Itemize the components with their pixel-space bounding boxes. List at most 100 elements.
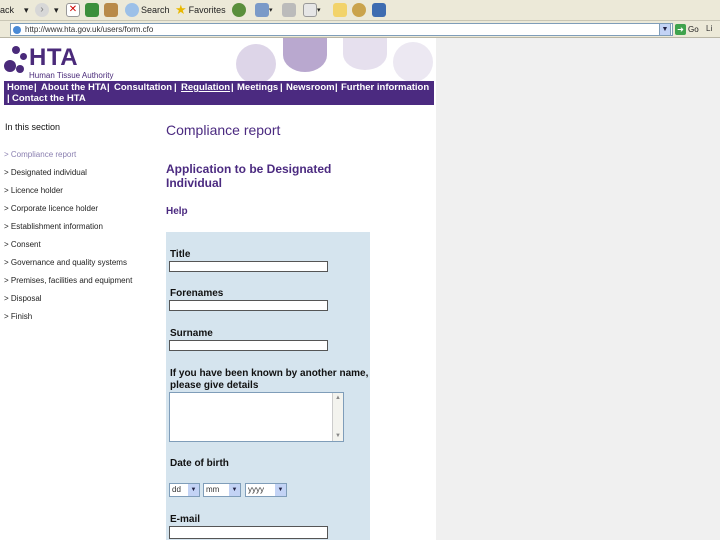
empty-viewport-area xyxy=(436,38,720,540)
textarea-scrollbar[interactable]: ▲ ▼ xyxy=(332,393,343,441)
nav-newsroom[interactable]: Newsroom xyxy=(286,82,335,93)
dob-year-select[interactable]: yyyy ▼ xyxy=(245,483,287,497)
edit-dropdown-icon: ▾ xyxy=(317,7,321,14)
known-by-textarea[interactable]: ▲ ▼ xyxy=(169,392,344,442)
decorative-bubble xyxy=(343,38,387,70)
back-label: ack xyxy=(0,5,15,15)
hta-logo[interactable]: HTA Human Tissue Authority xyxy=(2,40,142,80)
decorative-bubble xyxy=(393,42,433,82)
browser-toolbar: ack ▾ › ▾ ✕ Search ★ Favorites ▾ ▾ xyxy=(0,0,720,21)
address-dropdown-icon[interactable]: ▼ xyxy=(659,23,671,36)
home-button[interactable] xyxy=(104,2,118,18)
print-icon xyxy=(282,3,296,17)
sidebar-item-governance[interactable]: > Governance and quality systems xyxy=(4,258,160,267)
nav-separator: | xyxy=(34,82,37,93)
nav-about[interactable]: About the HTA xyxy=(41,82,107,93)
forward-icon: › xyxy=(35,3,49,17)
known-by-label: If you have been known by another name, … xyxy=(170,368,369,391)
go-label: Go xyxy=(688,25,699,34)
help-link[interactable]: Help xyxy=(166,206,188,217)
sidebar-item-establishment-information[interactable]: > Establishment information xyxy=(4,222,160,231)
sidebar-item-disposal[interactable]: > Disposal xyxy=(4,294,160,303)
nav-contact[interactable]: Contact the HTA xyxy=(12,93,86,104)
nav-regulation[interactable]: Regulation xyxy=(181,82,230,93)
history-button[interactable] xyxy=(232,2,246,18)
dob-label: Date of birth xyxy=(170,458,229,469)
sidebar-item-designated-individual[interactable]: > Designated individual xyxy=(4,168,160,177)
nav-separator: | xyxy=(107,82,110,93)
refresh-button[interactable] xyxy=(85,2,99,18)
nav-separator: | xyxy=(280,82,283,93)
sidebar-item-premises[interactable]: > Premises, facilities and equipment xyxy=(4,276,160,285)
sidebar-heading: In this section xyxy=(5,122,61,132)
email-input[interactable] xyxy=(169,526,328,539)
research-button[interactable] xyxy=(372,2,386,18)
folder-button[interactable] xyxy=(333,2,347,18)
links-label[interactable]: Li xyxy=(706,24,712,33)
web-page: HTA Human Tissue Authority Home | About … xyxy=(0,38,436,540)
back-button[interactable]: ack xyxy=(0,2,14,18)
edit-icon xyxy=(303,3,317,17)
page-icon xyxy=(13,26,21,34)
dropdown-arrow-icon[interactable]: ▾ xyxy=(24,2,29,18)
form-title: Application to be Designated Individual xyxy=(166,162,332,190)
logo-dot xyxy=(16,65,24,73)
nav-further-information[interactable]: Further information xyxy=(341,82,429,93)
stop-icon: ✕ xyxy=(66,3,80,17)
sidebar-item-consent[interactable]: > Consent xyxy=(4,240,160,249)
research-icon xyxy=(372,3,386,17)
history-icon xyxy=(232,3,246,17)
sidebar-item-finish[interactable]: > Finish xyxy=(4,312,160,321)
edit-button[interactable]: ▾ xyxy=(303,2,321,18)
forward-button[interactable]: › xyxy=(35,2,49,18)
dob-day-value: dd xyxy=(172,485,181,494)
nav-consultation[interactable]: Consultation xyxy=(114,82,172,93)
dob-day-select[interactable]: dd ▼ xyxy=(169,483,200,497)
folder-icon xyxy=(333,3,347,17)
stop-button[interactable]: ✕ xyxy=(66,2,80,18)
favorites-label: Favorites xyxy=(188,5,226,15)
mail-icon xyxy=(255,3,269,17)
application-form: Title Forenames Surname If you have been… xyxy=(166,232,370,540)
scroll-up-icon[interactable]: ▲ xyxy=(333,393,343,403)
logo-subtitle: Human Tissue Authority xyxy=(29,71,114,80)
messenger-button[interactable] xyxy=(352,2,366,18)
messenger-icon xyxy=(352,3,366,17)
decorative-bubble xyxy=(283,38,327,72)
mail-button[interactable]: ▾ xyxy=(255,2,273,18)
chevron-down-icon: ▼ xyxy=(275,484,286,496)
go-arrow-icon: ➜ xyxy=(675,24,686,35)
title-input[interactable] xyxy=(169,261,328,272)
favorites-button[interactable]: ★ Favorites xyxy=(175,2,226,18)
email-label: E-mail xyxy=(170,514,201,525)
favorites-star-icon: ★ xyxy=(175,2,187,17)
refresh-icon xyxy=(85,3,99,17)
dob-month-select[interactable]: mm ▼ xyxy=(203,483,241,497)
forward-dropdown-icon[interactable]: ▾ xyxy=(54,2,59,18)
forenames-label: Forenames xyxy=(170,288,224,299)
sidebar-item-compliance-report[interactable]: > Compliance report xyxy=(4,150,160,159)
go-button[interactable]: ➜ Go xyxy=(675,23,699,36)
main-navigation: Home | About the HTA | Consultation | Re… xyxy=(4,81,434,105)
search-button[interactable]: Search xyxy=(125,2,170,18)
nav-home[interactable]: Home xyxy=(7,82,33,93)
home-icon xyxy=(104,3,118,17)
surname-input[interactable] xyxy=(169,340,328,351)
address-text: http://www.hta.gov.uk/users/form.cfo xyxy=(25,25,154,34)
print-button[interactable] xyxy=(282,2,296,18)
nav-meetings[interactable]: Meetings xyxy=(237,82,278,93)
scroll-down-icon[interactable]: ▼ xyxy=(333,431,343,441)
logo-dot xyxy=(12,46,20,54)
sidebar-item-licence-holder[interactable]: > Licence holder xyxy=(4,186,160,195)
address-input[interactable]: http://www.hta.gov.uk/users/form.cfo xyxy=(10,23,673,36)
chevron-down-icon: ▼ xyxy=(188,484,199,496)
nav-separator: | xyxy=(174,82,177,93)
nav-separator: | xyxy=(231,82,234,93)
chevron-down-icon: ▼ xyxy=(229,484,240,496)
forenames-input[interactable] xyxy=(169,300,328,311)
nav-separator: | xyxy=(335,82,338,93)
dob-year-value: yyyy xyxy=(248,485,264,494)
surname-label: Surname xyxy=(170,328,213,339)
nav-separator: | xyxy=(7,93,10,104)
sidebar-item-corporate-licence-holder[interactable]: > Corporate licence holder xyxy=(4,204,160,213)
